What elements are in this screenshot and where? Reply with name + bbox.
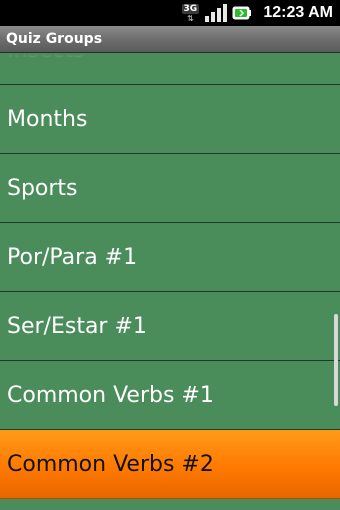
list-item-months[interactable]: Months <box>0 85 340 154</box>
list-item-label: Sports <box>7 175 78 201</box>
screen: 3G ⇅ 12:23 AM Quiz Groups Insects <box>0 0 340 510</box>
list-item-label: Por/Para #1 <box>7 244 138 270</box>
list-item-common-verbs-1[interactable]: Common Verbs #1 <box>0 361 340 430</box>
status-clock: 12:23 AM <box>263 4 333 21</box>
list-item-label: Common Verbs #2 <box>7 451 214 477</box>
list-item-sports[interactable]: Sports <box>0 154 340 223</box>
list-scrollbar[interactable] <box>334 314 338 406</box>
app-title: Quiz Groups <box>6 31 103 47</box>
list-item-label: Insects <box>7 53 85 63</box>
list-scroll-content: Insects Months Sports Por/Para #1 Ser/Es… <box>0 53 340 499</box>
status-bar: 3G ⇅ 12:23 AM <box>0 0 340 26</box>
list-item-ser-estar-1[interactable]: Ser/Estar #1 <box>0 292 340 361</box>
list-item-label: Common Verbs #1 <box>7 382 214 408</box>
list-item-common-verbs-2[interactable]: Common Verbs #2 <box>0 430 340 499</box>
network-type-label: 3G <box>181 3 200 14</box>
list-item-label: Months <box>7 106 88 132</box>
data-activity-icon: ⇅ <box>186 13 194 23</box>
signal-bars-icon <box>205 2 228 24</box>
list-item-insects[interactable]: Insects <box>0 53 340 85</box>
title-bar: Quiz Groups <box>0 26 340 53</box>
list-item-por-para-1[interactable]: Por/Para #1 <box>0 223 340 292</box>
battery-charging-icon <box>231 2 253 24</box>
list-item-label: Ser/Estar #1 <box>7 313 147 339</box>
quiz-group-list[interactable]: Insects Months Sports Por/Para #1 Ser/Es… <box>0 53 340 510</box>
network-3g-icon: 3G ⇅ <box>179 2 201 24</box>
